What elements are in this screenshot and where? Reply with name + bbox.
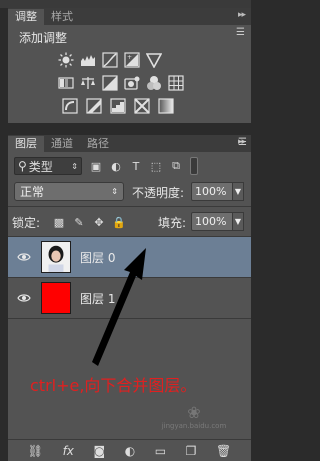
adjustment-icon[interactable]: ◐ bbox=[125, 444, 135, 458]
fx-icon[interactable]: fx bbox=[63, 444, 74, 458]
baidu-paw-icon: ❀ bbox=[187, 403, 201, 422]
mask-icon[interactable]: ◙ bbox=[93, 444, 105, 458]
annotation-text: ctrl+e,向下合并图层。 bbox=[30, 376, 197, 395]
layers-footer: ⛓ fx ◙ ◐ ▭ ❐ 🗑 bbox=[8, 439, 251, 461]
folder-icon[interactable]: ▭ bbox=[155, 444, 166, 458]
trash-icon[interactable]: 🗑 bbox=[216, 444, 231, 458]
watermark-url: jingyan.baidu.com bbox=[161, 422, 227, 430]
watermark: ❀ jingyan.baidu.com bbox=[159, 403, 229, 439]
new-layer-icon[interactable]: ❐ bbox=[186, 444, 197, 458]
link-icon[interactable]: ⛓ bbox=[28, 444, 43, 458]
